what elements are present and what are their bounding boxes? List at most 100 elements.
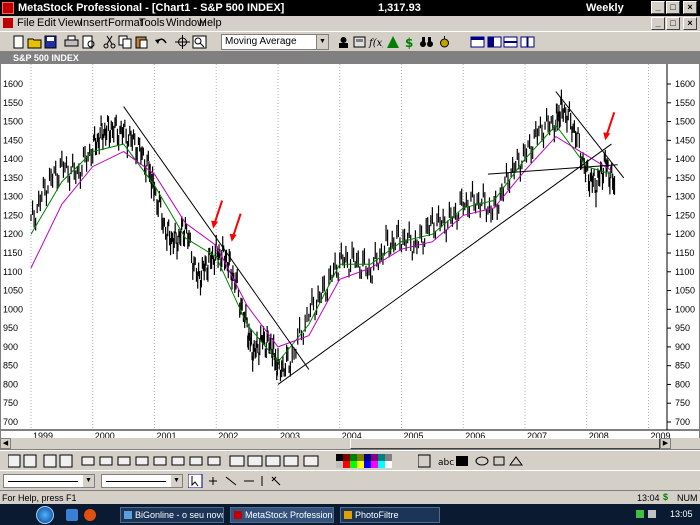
binoculars-icon[interactable]	[419, 35, 434, 49]
ie-quicklaunch-icon[interactable]	[66, 509, 78, 521]
close-button[interactable]: ×	[683, 1, 697, 14]
chart-window: S&P 500 INDEX 1600 1600 1550 1550 1500 1500 14…	[0, 52, 700, 450]
firefox-quicklaunch-icon[interactable]	[84, 509, 96, 521]
main-toolbar: Moving Average ▼ f(x) $	[0, 31, 700, 52]
menu-file[interactable]: File	[17, 17, 35, 29]
open-icon[interactable]	[27, 35, 42, 49]
red-arrow-annotation-3[interactable]	[603, 112, 616, 141]
layout-icon-4[interactable]	[520, 35, 535, 49]
periodicity-label: Weekly	[586, 2, 624, 14]
y-tick-label-right-850: 850	[675, 361, 690, 371]
menu-tools[interactable]: Tools	[139, 17, 165, 29]
scroll-right-arrow-icon[interactable]: ▶	[660, 438, 671, 449]
chart-restore-button[interactable]: □	[666, 17, 680, 30]
y-tick-label-right-1150: 1150	[675, 248, 694, 258]
function-icon[interactable]: f(x)	[368, 35, 383, 49]
y-tick-label-right-950: 950	[675, 323, 690, 333]
chart-window-title: S&P 500 INDEX	[13, 53, 79, 63]
red-arrow-annotation-1[interactable]	[211, 200, 224, 229]
text-shape-tools[interactable]: abc	[418, 454, 528, 468]
price-bars	[30, 89, 616, 382]
y-tick-label-left-950: 950	[3, 323, 18, 333]
metastock-app-icon[interactable]	[2, 2, 14, 14]
menu-insert[interactable]: Insert	[80, 17, 108, 29]
chart-close-button[interactable]: ×	[683, 17, 697, 30]
red-arrow-annotation-2[interactable]	[229, 213, 242, 242]
layout-icon-1[interactable]	[470, 35, 485, 49]
draw-tools[interactable]	[188, 474, 288, 488]
new-icon[interactable]	[11, 35, 26, 49]
taskbar-item-photofiltre[interactable]: PhotoFiltre	[340, 507, 440, 523]
save-icon[interactable]	[43, 35, 58, 49]
layout-icon-3[interactable]	[503, 35, 518, 49]
y-tick-label-right-1500: 1500	[675, 117, 695, 127]
chevron-down-icon[interactable]: ▼	[316, 35, 328, 49]
y-tick-label-right-1250: 1250	[675, 210, 695, 220]
indicator-combo[interactable]: Moving Average ▼	[221, 34, 329, 50]
expert-advisor-icon[interactable]	[336, 35, 351, 49]
y-tick-label-right-700: 700	[675, 417, 690, 427]
indicator-combo-value: Moving Average	[225, 36, 297, 47]
copy-icon[interactable]	[118, 35, 133, 49]
crosshair-icon[interactable]	[175, 35, 190, 49]
menu-bar: File Edit View Insert Format Tools Windo…	[0, 16, 700, 31]
y-tick-label-left-1150: 1150	[3, 248, 22, 258]
y-tick-label-right-1000: 1000	[675, 304, 695, 314]
svg-text:abc: abc	[438, 458, 454, 468]
taskbar-item-metastock[interactable]: MetaStock Profession...	[230, 507, 334, 523]
paste-icon[interactable]	[134, 35, 149, 49]
y-tick-label-left-1550: 1550	[3, 98, 23, 108]
layout-icon-2[interactable]	[487, 35, 502, 49]
window-title: MetaStock Professional - [Chart1 - S&P 5…	[18, 2, 285, 14]
menu-edit[interactable]: Edit	[37, 17, 56, 29]
y-tick-label-right-750: 750	[675, 398, 690, 408]
chart-system-menu-icon[interactable]	[3, 18, 13, 28]
menu-help[interactable]: Help	[199, 17, 222, 29]
trendline-2[interactable]	[277, 143, 612, 385]
price-chart[interactable]: 1600 1600 1550 1550 1500 1500 1450 1450 1400 1400…	[1, 64, 699, 478]
tray-network-icon[interactable]	[636, 510, 644, 518]
y-tick-label-right-900: 900	[675, 342, 690, 352]
tray-volume-icon[interactable]	[648, 510, 656, 518]
status-bar: For Help, press F1 13:04 NUM $	[0, 490, 700, 504]
line-style-combo[interactable]: ▼	[3, 474, 95, 488]
status-num-lock: NUM	[677, 493, 698, 503]
undo-icon[interactable]	[154, 35, 169, 49]
moving-average-short-line	[30, 124, 612, 363]
y-tick-label-left-1600: 1600	[3, 79, 23, 89]
taskbar-clock: 13:05	[670, 509, 693, 519]
svg-text:$: $	[405, 36, 413, 49]
system-tester-icon[interactable]: $	[402, 35, 417, 49]
menu-format[interactable]: Format	[108, 17, 143, 29]
y-tick-label-left-700: 700	[3, 417, 18, 427]
chart-minimize-button[interactable]: _	[651, 17, 665, 30]
indicator-builder-icon[interactable]	[352, 35, 367, 49]
y-tick-label-left-750: 750	[3, 398, 18, 408]
y-tick-label-right-800: 800	[675, 379, 690, 389]
horizontal-scrollbar[interactable]: ◀ ▶	[0, 438, 700, 449]
minimize-button[interactable]: _	[651, 1, 665, 14]
y-tick-label-left-1350: 1350	[3, 173, 23, 183]
maximize-button[interactable]: □	[666, 1, 680, 14]
color-palette[interactable]	[336, 454, 396, 468]
scroll-left-arrow-icon[interactable]: ◀	[0, 438, 11, 449]
menu-view[interactable]: View	[58, 17, 82, 29]
chart-window-title-bar: S&P 500 INDEX	[1, 53, 699, 64]
y-tick-label-left-1400: 1400	[3, 154, 23, 164]
y-tick-label-right-1300: 1300	[675, 192, 695, 202]
y-tick-label-right-1200: 1200	[675, 229, 695, 239]
taskbar-item-bigonline[interactable]: BiGonline - o seu novo...	[120, 507, 224, 523]
alert-icon[interactable]	[437, 35, 452, 49]
line-weight-combo[interactable]: ▼	[101, 474, 183, 488]
chart-style-buttons[interactable]	[8, 454, 328, 468]
y-tick-label-right-1550: 1550	[675, 98, 695, 108]
start-button[interactable]	[36, 506, 54, 524]
y-tick-label-left-1050: 1050	[3, 286, 23, 296]
print-icon[interactable]	[64, 35, 79, 49]
cut-icon[interactable]	[102, 35, 117, 49]
scroll-thumb[interactable]	[350, 438, 660, 449]
y-tick-label-left-1300: 1300	[3, 192, 23, 202]
print-preview-icon[interactable]	[81, 35, 96, 49]
zoom-icon[interactable]	[192, 35, 207, 49]
explorer-icon[interactable]	[386, 35, 401, 49]
